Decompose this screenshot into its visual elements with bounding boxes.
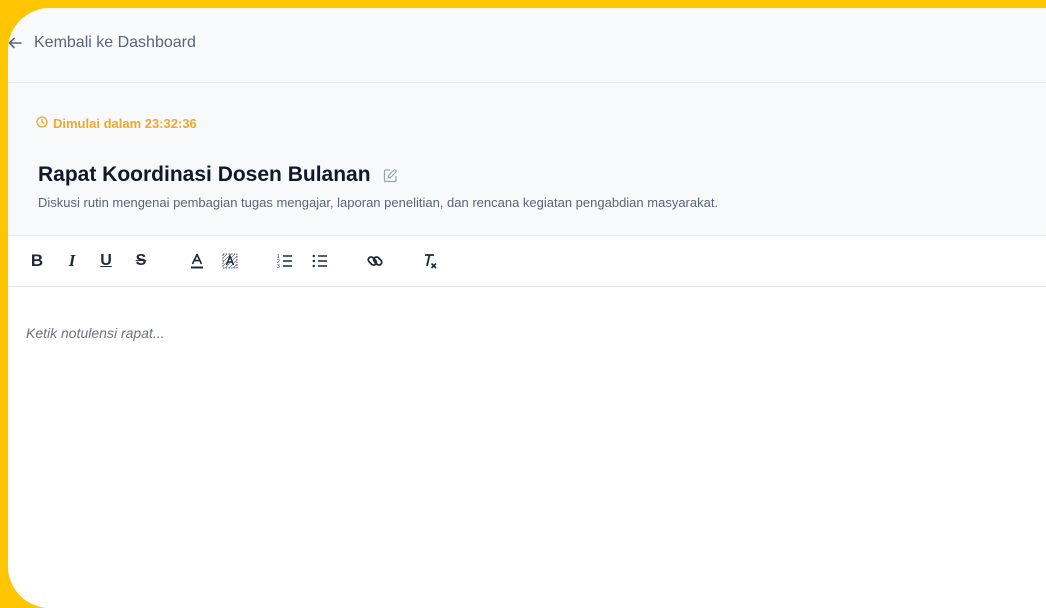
highlight-color-icon[interactable] <box>219 250 241 272</box>
edit-title-icon[interactable] <box>383 168 398 183</box>
editor-toolbar: B I U S 1 2 3 <box>8 236 1046 287</box>
arrow-left-icon <box>8 36 22 50</box>
bullet-list-icon[interactable] <box>309 250 331 272</box>
strikethrough-icon[interactable]: S <box>130 250 152 272</box>
top-bar: Kembali ke Dashboard <box>8 8 1046 83</box>
countdown-text: Dimulai dalam 23:32:36 <box>53 116 197 131</box>
meeting-panel: Kembali ke Dashboard Dimulai dalam 23:32… <box>8 8 1046 608</box>
editor-placeholder: Ketik notulensi rapat... <box>26 325 165 341</box>
clear-format-icon[interactable] <box>419 250 441 272</box>
back-link-label: Kembali ke Dashboard <box>34 34 196 51</box>
clock-icon <box>36 116 48 131</box>
meeting-title: Rapat Koordinasi Dosen Bulanan <box>38 163 371 186</box>
back-to-dashboard-link[interactable]: Kembali ke Dashboard <box>8 34 196 52</box>
link-icon[interactable] <box>364 250 386 272</box>
ordered-list-icon[interactable]: 1 2 3 <box>274 250 296 272</box>
title-row: Rapat Koordinasi Dosen Bulanan <box>38 163 398 187</box>
meeting-header: Dimulai dalam 23:32:36 Rapat Koordinasi … <box>8 83 1046 236</box>
underline-icon[interactable]: U <box>95 250 117 272</box>
countdown-badge: Dimulai dalam 23:32:36 <box>36 116 197 131</box>
bold-icon[interactable]: B <box>26 250 48 272</box>
notes-editor[interactable]: Ketik notulensi rapat... <box>8 287 1046 608</box>
text-color-icon[interactable] <box>186 250 208 272</box>
svg-text:3: 3 <box>277 264 280 270</box>
italic-icon[interactable]: I <box>61 250 83 272</box>
meeting-description: Diskusi rutin mengenai pembagian tugas m… <box>38 195 719 210</box>
